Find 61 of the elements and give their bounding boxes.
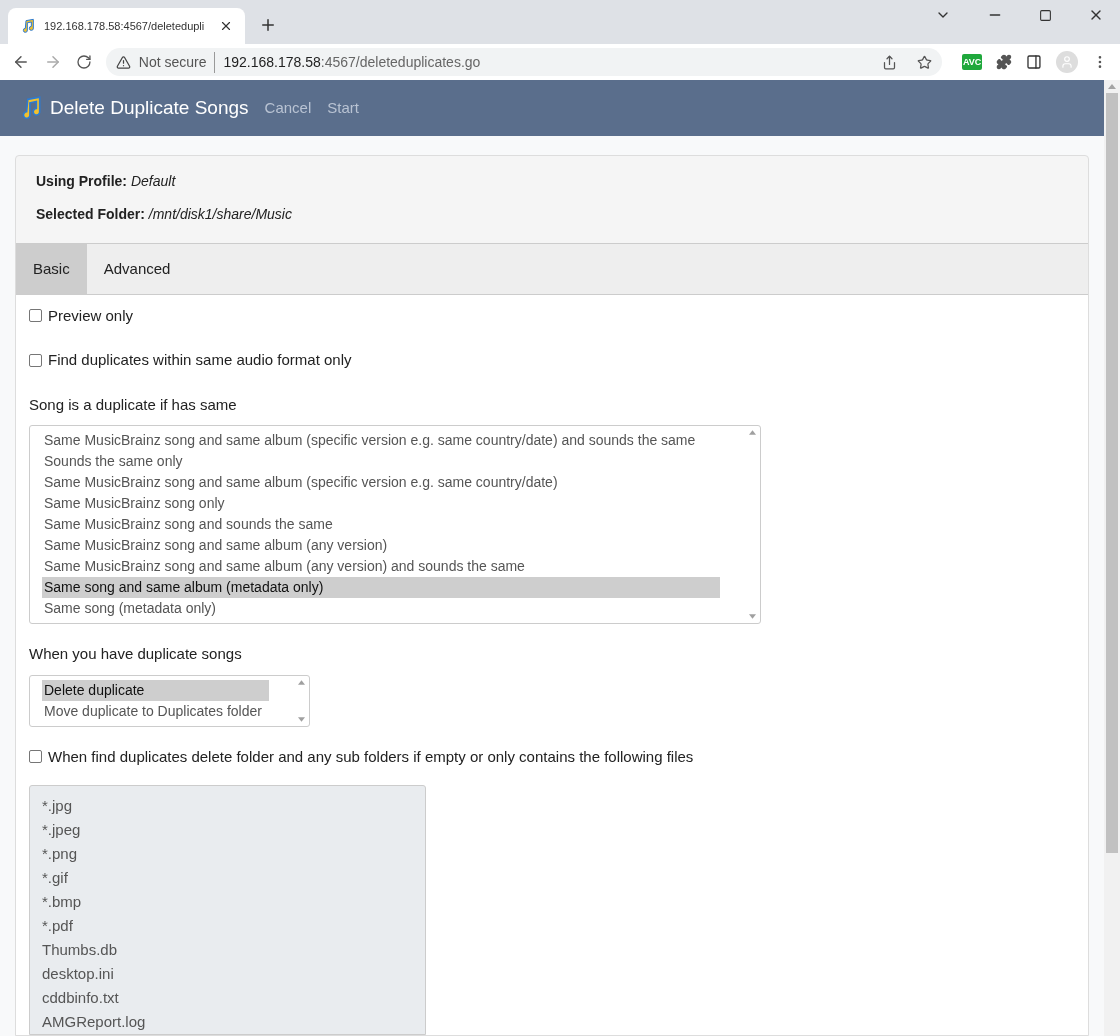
app-title: Delete Duplicate Songs <box>50 95 249 120</box>
file-pattern: cddbinfo.txt <box>42 988 120 1008</box>
scroll-down-icon[interactable] <box>297 716 305 722</box>
browser-tab[interactable]: 192.168.178.58:4567/deletedupli <box>8 8 245 44</box>
tab[interactable]: Advanced <box>86 244 188 294</box>
reload-icon[interactable] <box>75 54 92 70</box>
list-option[interactable]: Same song and same album (metadata only) <box>42 577 720 598</box>
checkbox-label: Find duplicates within same audio format only <box>48 350 352 370</box>
address-bar[interactable]: Not secure 192.168.178.58:4567/deleteduplicates.go <box>105 48 942 76</box>
scrollbar-thumb[interactable] <box>1106 93 1118 853</box>
checkbox[interactable] <box>29 750 42 764</box>
info-text: Using Profile: Default <box>36 172 177 191</box>
file-pattern: desktop.ini <box>42 964 115 984</box>
maximize-icon[interactable] <box>1039 8 1052 22</box>
scroll-down-icon[interactable] <box>748 614 756 619</box>
list-box[interactable] <box>29 425 761 624</box>
file-list-field[interactable]: *.jpg *.jpeg *.png *.gif *.bmp *.pdf Thumbs.db desktop.ini cddbinfo.txt AMGReport.log <box>29 785 426 1035</box>
new-tab-icon[interactable] <box>259 16 277 34</box>
list-option[interactable]: Same MusicBrainz song and same album (any version) <box>42 535 720 556</box>
file-pattern: *.jpeg <box>42 820 82 840</box>
warning-icon <box>115 54 131 70</box>
checkbox[interactable] <box>29 353 42 367</box>
scrollbar[interactable] <box>746 430 758 619</box>
file-pattern: *.pdf <box>42 916 74 936</box>
list-option[interactable]: Sounds the same only <box>42 451 720 472</box>
scrollbar[interactable] <box>295 679 307 722</box>
list-option[interactable]: Same MusicBrainz song and same album (any version) and sounds the same <box>42 556 720 577</box>
list-option[interactable]: Same MusicBrainz song and same album (specific version e.g. same country/date) and sounds the same <box>42 430 720 451</box>
file-pattern: Thumbs.db <box>42 940 119 960</box>
file-pattern: *.gif <box>42 868 69 888</box>
list-option[interactable]: Same song (metadata only) <box>42 598 720 619</box>
list-option[interactable]: Same MusicBrainz song and sounds the same <box>42 514 720 535</box>
list-option[interactable]: Same MusicBrainz song only <box>42 493 720 514</box>
page-scrollbar[interactable] <box>1104 80 1120 1036</box>
music-note-icon <box>20 18 36 34</box>
file-pattern: *.bmp <box>42 892 83 912</box>
file-pattern: AMGReport.log <box>42 1012 147 1032</box>
field-label: When you have duplicate songs <box>29 644 242 664</box>
checkbox-label: When find duplicates delete folder and any sub folders if empty or only contains the following files <box>48 746 694 767</box>
close-icon[interactable] <box>219 19 233 33</box>
scroll-up-icon[interactable] <box>748 430 756 435</box>
share-icon[interactable] <box>882 54 897 70</box>
tab[interactable]: Basic <box>16 244 87 294</box>
back-icon[interactable] <box>12 53 30 71</box>
security-label: Not secure <box>138 51 216 73</box>
file-pattern: *.jpg <box>42 796 74 816</box>
field-label: Song is a duplicate if has same <box>29 394 237 415</box>
info-text: Selected Folder: /mnt/disk1/share/Music <box>36 205 293 224</box>
tab-title: 192.168.178.58:4567/deletedupli <box>44 18 206 34</box>
file-pattern: *.png <box>42 844 79 864</box>
list-option[interactable]: Same MusicBrainz song and same album (specific version e.g. same country/date) <box>42 472 720 493</box>
checkbox-label: Preview only <box>48 305 134 326</box>
list-option[interactable]: Move duplicate to Duplicates folder <box>42 700 269 722</box>
star-icon[interactable] <box>917 54 932 70</box>
extensions-icon[interactable] <box>996 54 1013 70</box>
url-text: 192.168.178.58:4567/deleteduplicates.go <box>223 52 482 72</box>
scroll-up-icon[interactable] <box>297 679 305 685</box>
side-panel-icon[interactable] <box>1026 54 1043 70</box>
checkbox[interactable] <box>29 309 42 323</box>
list-option[interactable]: Delete duplicate <box>42 679 269 701</box>
list-box[interactable]: Delete duplicate Move duplicate to Duplicates folder <box>29 674 310 727</box>
